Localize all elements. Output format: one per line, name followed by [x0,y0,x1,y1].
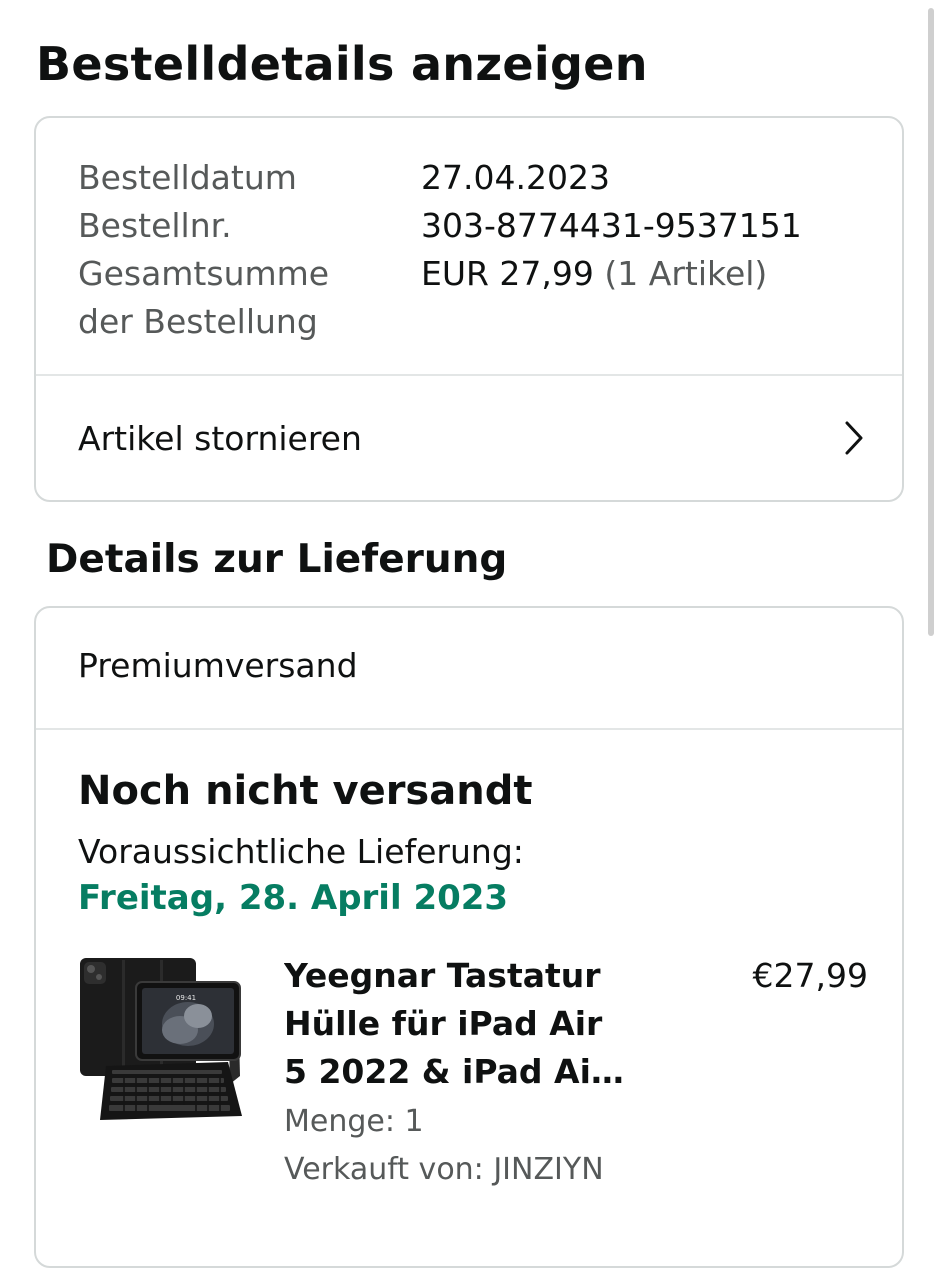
scrollbar[interactable] [928,8,934,636]
page-title: Bestelldetails anzeigen [36,37,648,91]
chevron-right-icon [845,421,863,455]
order-item: 09:41 Yeegnar Tastatur Hülle für iPad Ai… [78,952,868,1202]
tablet-keyboard-case-image[interactable]: 09:41 [78,956,248,1126]
order-number-row: Bestellnr. 303-8774431-9537151 [78,202,802,250]
order-date-value: 27.04.2023 [421,158,610,197]
shipping-speed: Premiumversand [78,646,358,685]
order-total-value: EUR 27,99 (1 Artikel) [421,250,767,298]
cancel-items-row[interactable]: Artikel stornieren [36,376,902,500]
order-number-label: Bestellnr. [78,206,232,245]
order-date-label: Bestelldatum [78,158,297,197]
order-number-value: 303-8774431-9537151 [421,206,802,245]
cancel-items-label: Artikel stornieren [78,418,362,458]
shipment-status: Noch nicht versandt [78,768,533,814]
estimated-delivery-date: Freitag, 28. April 2023 [78,878,509,918]
product-quantity: Menge: 1 [284,1104,424,1139]
order-total-row: Gesamtsumme der Bestellung EUR 27,99 (1 … [78,250,767,346]
order-summary-card: Bestelldatum 27.04.2023 Bestellnr. 303-8… [34,116,904,502]
product-price: €27,99 [752,956,868,995]
order-date-row: Bestelldatum 27.04.2023 [78,154,610,202]
order-total-item-count: (1 Artikel) [604,254,768,293]
tablet-screen-time: 09:41 [176,994,196,1002]
delivery-card: Premiumversand Noch nicht versandt Vorau… [34,606,904,1268]
estimated-delivery-label: Voraussichtliche Lieferung: [78,832,524,871]
product-title-link[interactable]: Yeegnar Tastatur Hülle für iPad Air 5 20… [284,952,624,1096]
order-total-amount: EUR 27,99 [421,254,594,293]
divider [36,728,902,730]
product-seller: Verkauft von: JINZIYN [284,1152,604,1187]
order-total-label: Gesamtsumme der Bestellung [78,254,330,341]
delivery-section-title: Details zur Lieferung [46,537,508,582]
order-info: Bestelldatum 27.04.2023 Bestellnr. 303-8… [78,154,802,346]
